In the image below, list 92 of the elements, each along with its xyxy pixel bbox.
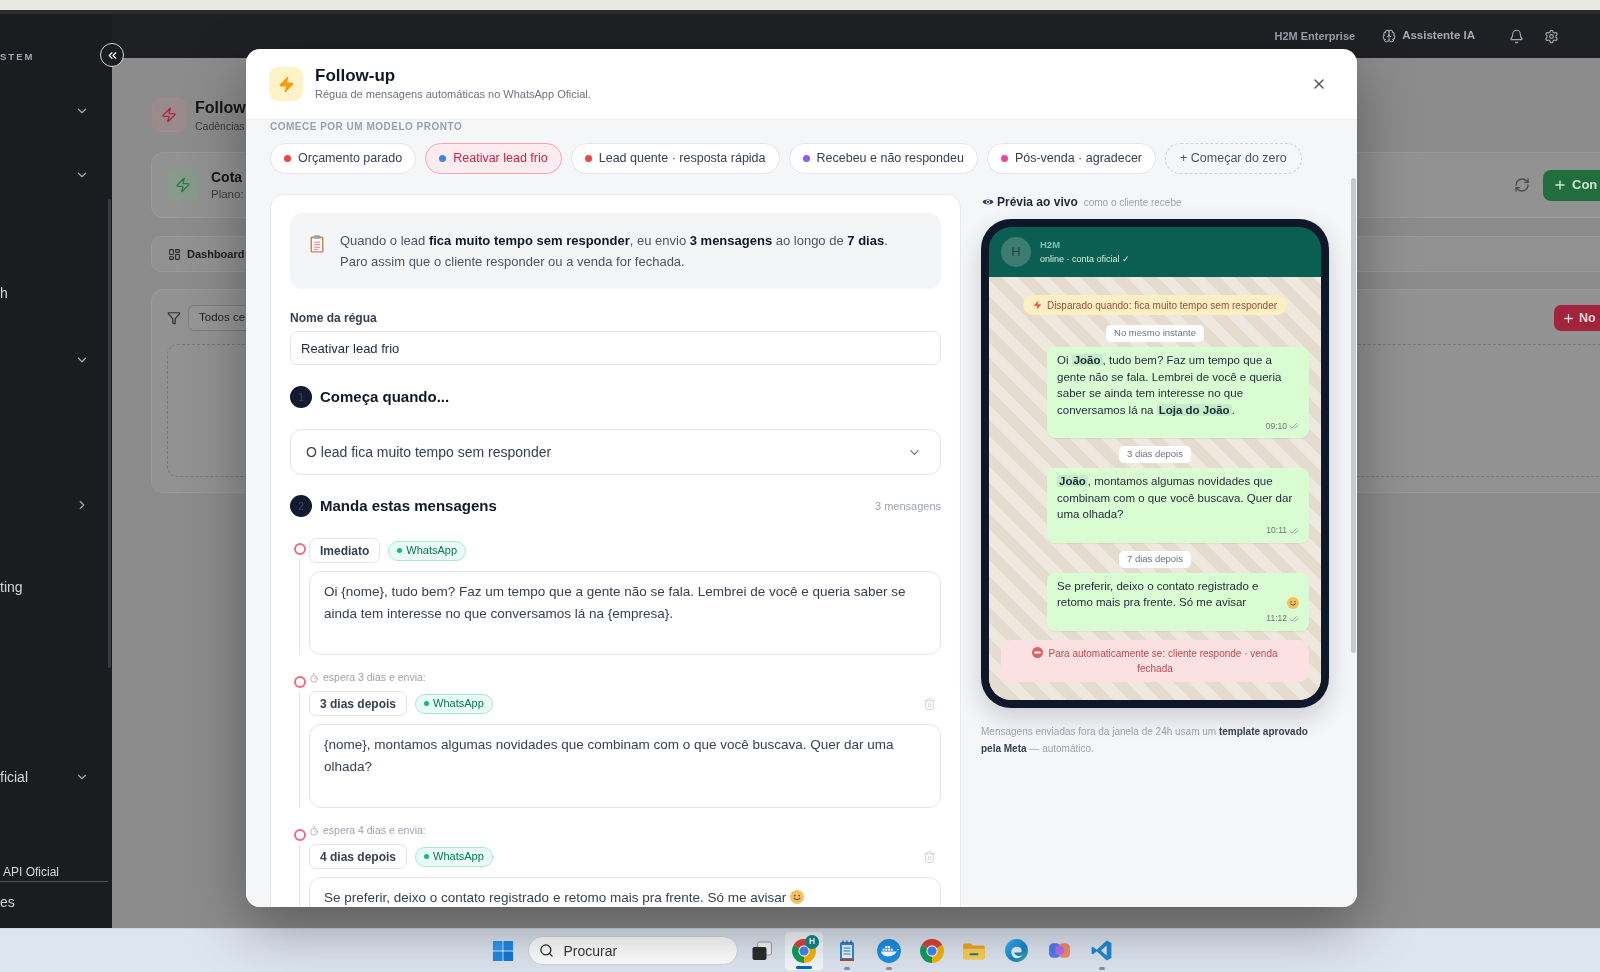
double-check-icon <box>1289 525 1299 536</box>
search-icon <box>538 943 554 958</box>
double-check-icon <box>1289 613 1299 624</box>
lightning-icon <box>152 98 186 132</box>
sidebar-item[interactable]: h <box>0 282 8 304</box>
message-count: 3 mensagens <box>874 498 941 514</box>
preview-hint: como o cliente recebe <box>1083 195 1182 210</box>
sidebar-item[interactable]: API Oficial <box>0 862 59 881</box>
settings-icon[interactable] <box>1544 28 1559 44</box>
brain-icon <box>1382 29 1397 43</box>
channel-name: WhatsApp <box>433 849 484 865</box>
name-input[interactable]: Reativar lead frio <box>290 331 941 365</box>
wait-label: espera 3 dias e envia: <box>323 670 426 686</box>
trigger-note: Disparado quando: fica muito tempo sem responder <box>1046 298 1278 313</box>
date-separator: No mesmo instante <box>1106 325 1204 342</box>
step-title: Começa quando... <box>320 386 450 407</box>
add-button[interactable]: Con <box>1543 169 1600 201</box>
date-separator: 3 dias depois <box>1119 446 1191 463</box>
dashboard-tab[interactable]: Dashboard <box>168 245 245 263</box>
dialog-subtitle: Régua de mensagens automáticas no WhatsApp Oficial. <box>315 87 591 102</box>
search-field[interactable]: Procurar <box>527 936 738 965</box>
chrome-icon <box>918 937 945 964</box>
plus-icon <box>1553 178 1567 192</box>
delay-selector[interactable]: Imediato <box>309 538 381 563</box>
stopwatch-icon <box>309 673 319 683</box>
new-button[interactable]: No <box>1554 305 1600 331</box>
page-title: Follow <box>195 98 246 118</box>
lightning-icon <box>1032 300 1042 310</box>
footnote: Mensagens enviadas fora da janela de 24h usam um template aprovado pela Meta — automático. <box>981 725 1309 756</box>
vscode-icon <box>1089 938 1114 963</box>
ring-icon <box>293 676 306 688</box>
assistant-button[interactable]: Assistente IA <box>1382 27 1475 45</box>
message-text: Se preferir, deixo o contato registrado e retomo mais pra frente. Só me avisar <box>1057 578 1260 610</box>
template-chip[interactable]: Pós-venda · agradecer <box>986 143 1157 174</box>
double-check-icon <box>1289 421 1299 431</box>
message-field[interactable]: {nome}, montamos algumas novidades que combinam com o que você buscava. Quer dar uma olhada? <box>309 724 941 808</box>
refresh-icon[interactable] <box>1514 177 1530 193</box>
page-subtitle: Cadências <box>195 120 246 133</box>
sidebar-item[interactable]: ficial <box>0 766 28 788</box>
sidebar-item[interactable]: ting <box>0 576 23 598</box>
windows-logo-icon <box>491 939 514 962</box>
message-time: 09:10 <box>1265 419 1287 433</box>
section-label: COMECE POR UM MODELO PRONTO <box>270 120 464 133</box>
whale-icon <box>876 937 902 964</box>
stopwatch-icon <box>309 826 319 836</box>
field-label: Nome da régua <box>290 310 378 326</box>
message-text: Oi João, tudo bem? Faz um tempo que a gente não se fala. Lembrei de você e queria saber se ainda tem interesse no que conversamos lá na Loja do João. <box>1057 353 1283 418</box>
message-field[interactable]: Oi {nome}, tudo bem? Faz um tempo que a gente não se fala. Lembrei de você e queria saber se ainda tem interesse no que conversamos lá na {empresa}. <box>309 571 941 655</box>
grid-icon <box>168 247 181 261</box>
card-title: Cota <box>211 168 244 186</box>
template-chip[interactable]: Reativar lead frio <box>425 143 562 174</box>
filter-icon <box>167 311 181 325</box>
wait-label: espera 4 dias e envia: <box>323 823 426 839</box>
section-label: STEM <box>0 52 36 62</box>
step-title: Manda estas mensagens <box>320 495 497 516</box>
stop-note: Para automaticamente se: cliente responde · venda fechada <box>1048 647 1278 674</box>
channel-name: WhatsApp <box>406 543 458 559</box>
lightning-icon <box>269 67 303 101</box>
date-separator: 7 dias depois <box>1119 550 1191 568</box>
preview-title: Prévia ao vivo <box>997 194 1078 211</box>
message-field[interactable]: Se preferir, deixo o contato registrado e retomo mais pra frente. Só me avisar <box>309 877 941 907</box>
trash-icon <box>923 696 936 711</box>
workspace-name: H2M Enterprise <box>1274 28 1356 44</box>
template-chip[interactable]: Recebeu e não respondeu <box>788 143 978 174</box>
message-time: 11:12 <box>1266 612 1287 625</box>
trigger-select[interactable]: O lead fica muito tempo sem responder <box>290 429 941 475</box>
card-subtitle: Plano: <box>211 186 244 202</box>
no-entry-icon <box>1032 646 1044 658</box>
summary-note: Paro assim que o cliente responder ou a venda for fechada. <box>340 253 686 271</box>
summary-text: Quando o lead fica muito tempo sem responder, eu envio 3 mensagens ao longo de 7 dias. <box>340 232 888 250</box>
taskbar-app-button[interactable]: H <box>784 930 824 971</box>
ring-icon <box>293 829 306 841</box>
message-text: João, montamos algumas novidades que combinam com o que você buscava. Quer dar uma olhada? <box>1057 474 1294 522</box>
contact-status: online · conta oficial ✓ <box>1040 253 1131 265</box>
ring-icon <box>293 543 306 555</box>
plus-icon <box>1562 311 1575 325</box>
notification-badge: H <box>805 934 819 949</box>
edge-icon <box>1004 938 1029 963</box>
contact-name: H2M <box>1040 239 1062 250</box>
clipboard-icon <box>310 235 324 253</box>
dialog-title: Follow-up <box>315 66 397 86</box>
delay-selector[interactable]: 3 dias depois <box>309 691 408 716</box>
template-chip[interactable]: Orçamento parado <box>270 143 417 174</box>
sidebar-item[interactable]: es <box>0 891 15 913</box>
template-chip[interactable]: Lead quente · resposta rápida <box>570 143 780 174</box>
delay-selector[interactable]: 4 dias depois <box>309 844 408 869</box>
bell-icon[interactable] <box>1509 28 1524 44</box>
lightning-icon <box>167 169 199 201</box>
message-time: 10:11 <box>1266 524 1287 537</box>
channel-name: WhatsApp <box>433 696 484 712</box>
trash-icon <box>923 849 936 864</box>
eye-icon <box>982 198 994 206</box>
